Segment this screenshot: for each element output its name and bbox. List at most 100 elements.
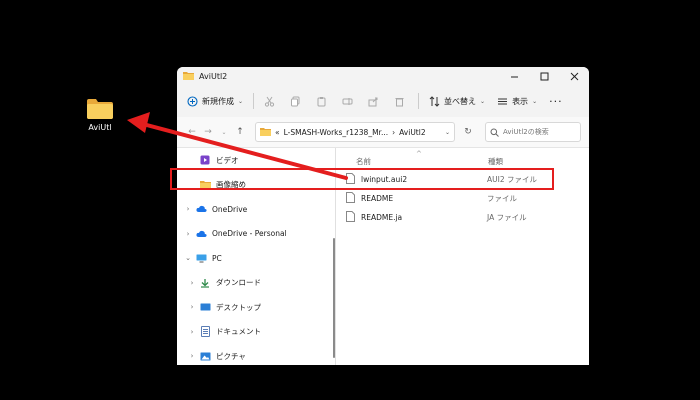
- chevron-down-icon: ⌄: [532, 97, 538, 105]
- address-prefix: «: [275, 127, 280, 137]
- pc-icon: [195, 253, 207, 263]
- copy-icon: [290, 96, 300, 106]
- close-icon: [570, 72, 578, 80]
- search-box[interactable]: AviUtl2の検索: [485, 122, 581, 142]
- picture-icon: [199, 351, 211, 361]
- nav-item[interactable]: ビデオ: [177, 148, 335, 173]
- refresh-icon[interactable]: ↻: [459, 127, 477, 137]
- chevron-right-icon[interactable]: ›: [185, 303, 199, 311]
- view-button[interactable]: 表示 ⌄: [497, 96, 537, 107]
- back-icon[interactable]: ←: [185, 127, 199, 137]
- nav-item-label: ビデオ: [216, 155, 239, 165]
- delete-button[interactable]: [388, 90, 410, 112]
- search-icon: [490, 128, 499, 137]
- nav-item-label: OneDrive: [212, 204, 248, 214]
- sort-button[interactable]: 並べ替え ⌄: [429, 95, 486, 107]
- nav-item[interactable]: › デスクトップ: [177, 295, 335, 320]
- cut-icon: [264, 96, 274, 107]
- file-row[interactable]: lwinput.aui2 AUI2 ファイル: [346, 170, 546, 188]
- view-icon: [498, 98, 508, 104]
- chevron-down-icon[interactable]: ⌄: [181, 254, 195, 262]
- maximize-button[interactable]: [529, 67, 559, 85]
- share-icon: [368, 97, 378, 106]
- cloud-icon: [195, 229, 207, 239]
- recent-chevron-icon[interactable]: ⌄: [217, 129, 231, 136]
- desktop-aviutl-icon[interactable]: AviUtl: [78, 98, 122, 132]
- more-options-button[interactable]: ···: [549, 95, 563, 108]
- video-icon: [199, 155, 211, 165]
- folder-icon: [199, 180, 211, 190]
- divider: [253, 93, 255, 109]
- plus-circle-icon: [187, 95, 198, 107]
- nav-item[interactable]: › OneDrive: [177, 197, 335, 222]
- chevron-right-icon[interactable]: ›: [185, 352, 199, 360]
- file-icon: [346, 210, 355, 224]
- chevron-right-icon[interactable]: ›: [185, 328, 199, 336]
- sort-label: 並べ替え: [444, 96, 477, 106]
- file-icon: [346, 191, 355, 205]
- new-button[interactable]: 新規作成 ⌄: [187, 95, 244, 107]
- trash-icon: [395, 97, 404, 106]
- title-bar[interactable]: AviUtl2: [177, 67, 589, 85]
- file-type: ファイル: [487, 193, 517, 203]
- chevron-right-icon[interactable]: ›: [185, 279, 199, 287]
- nav-item[interactable]: › OneDrive - Personal: [177, 222, 335, 247]
- chevron-down-icon[interactable]: ⌄: [445, 129, 450, 136]
- desktop-icon-label: AviUtl: [88, 123, 112, 132]
- nav-item[interactable]: › ダウンロード: [177, 271, 335, 296]
- sort-ascending-icon: ^: [416, 150, 422, 158]
- explorer-body: ビデオ画像縮め › OneDrive › OneDrive - Personal ⌄ PC ›…: [177, 148, 589, 365]
- minimize-button[interactable]: [499, 67, 529, 85]
- nav-scrollbar[interactable]: [333, 238, 335, 358]
- nav-item-label: ドキュメント: [216, 327, 261, 337]
- column-type[interactable]: 種類: [488, 156, 503, 167]
- address-bar-row: ← → ⌄ ↑ « L-SMASH-Works_r1238_Mr... › Av…: [177, 117, 589, 148]
- paste-button[interactable]: [310, 90, 332, 112]
- maximize-icon: [540, 72, 548, 80]
- up-icon[interactable]: ↑: [233, 127, 247, 137]
- file-row[interactable]: README ファイル: [346, 189, 546, 207]
- divider: [418, 93, 420, 109]
- new-label: 新規作成: [202, 96, 234, 106]
- nav-item[interactable]: › ピクチャ: [177, 344, 335, 365]
- folder-icon: [260, 127, 271, 138]
- file-name: README: [361, 193, 394, 203]
- column-name[interactable]: 名前: [356, 156, 371, 167]
- nav-item[interactable]: ⌄ PC: [177, 246, 335, 271]
- file-name: README.ja: [361, 212, 403, 222]
- paste-icon: [317, 96, 326, 106]
- copy-button[interactable]: [284, 90, 306, 112]
- explorer-window: AviUtl2 新規作成 ⌄ 並べ替え ⌄ 表示 ⌄ ··· ← → ⌄ ↑ «…: [177, 67, 589, 365]
- folder-icon: [183, 71, 194, 82]
- nav-item[interactable]: 画像縮め: [177, 173, 335, 198]
- nav-item-label: ダウンロード: [216, 278, 261, 288]
- nav-item[interactable]: › ドキュメント: [177, 320, 335, 345]
- file-row[interactable]: README.ja JA ファイル: [346, 208, 546, 226]
- chevron-down-icon: ⌄: [238, 97, 244, 105]
- share-button[interactable]: [362, 90, 384, 112]
- chevron-right-icon[interactable]: ›: [181, 205, 195, 213]
- rename-button[interactable]: [336, 90, 358, 112]
- rename-icon: [342, 97, 353, 105]
- breadcrumb-segment-1[interactable]: L-SMASH-Works_r1238_Mr...: [284, 128, 389, 137]
- desktop-icon: [199, 302, 211, 312]
- file-name: lwinput.aui2: [361, 174, 408, 184]
- document-icon: [199, 326, 211, 338]
- cloud-icon: [195, 204, 207, 214]
- nav-item-label: デスクトップ: [216, 302, 261, 312]
- cut-button[interactable]: [258, 90, 280, 112]
- nav-item-label: 画像縮め: [216, 180, 246, 190]
- more-icon: ···: [549, 94, 563, 108]
- folder-icon: [86, 98, 114, 120]
- address-bar[interactable]: « L-SMASH-Works_r1238_Mr... › AviUtl2 ⌄: [255, 122, 455, 142]
- chevron-down-icon: ⌄: [480, 97, 486, 105]
- forward-icon[interactable]: →: [201, 127, 215, 137]
- nav-item-label: PC: [212, 253, 222, 263]
- file-type: AUI2 ファイル: [487, 174, 537, 184]
- view-label: 表示: [512, 96, 529, 106]
- close-button[interactable]: [559, 67, 589, 85]
- breadcrumb-separator: ›: [392, 127, 396, 137]
- sort-icon: [429, 95, 440, 107]
- chevron-right-icon[interactable]: ›: [181, 230, 195, 238]
- breadcrumb-segment-2[interactable]: AviUtl2: [399, 128, 426, 137]
